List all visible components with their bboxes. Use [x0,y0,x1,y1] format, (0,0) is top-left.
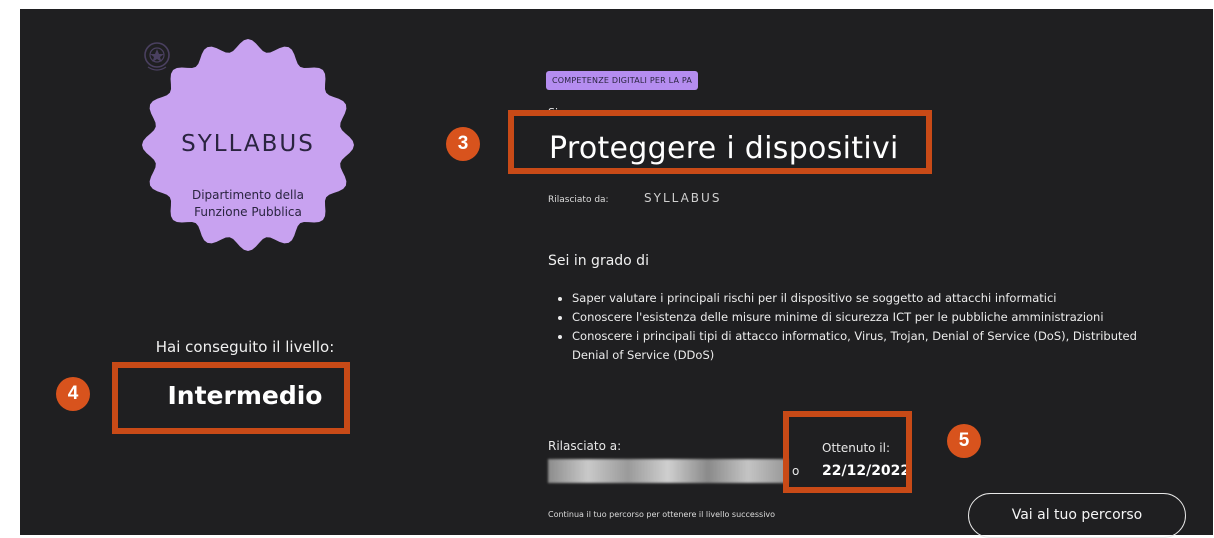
level-label: Hai conseguito il livello: [155,338,335,356]
level-highlight-box [112,362,350,434]
category-tag: COMPETENZE DIGITALI PER LA PA [546,71,699,90]
issuer-logo: SYLLABUS [644,191,722,205]
list-item: Conoscere i principali tipi di attacco i… [572,327,1172,365]
annotation-marker-4: 4 [56,377,90,411]
abilities-list: Saper valutare i principali rischi per i… [548,289,1172,365]
date-highlight-box [783,411,912,493]
syllabus-badge: SYLLABUS Dipartimento della Funzione Pub… [142,39,354,251]
badge-brand-logo: SYLLABUS [181,131,315,157]
department-line-1: Dipartimento della [191,188,305,202]
recipient-label: Rilasciato a: [548,439,622,453]
list-item: Conoscere l'esistenza delle misure minim… [572,308,1172,327]
recipient-name-redacted [548,459,788,483]
italian-republic-emblem-icon [144,42,170,71]
annotation-marker-5: 5 [947,424,981,458]
department-line-2: Funzione Pubblica [194,205,302,219]
go-to-path-button[interactable]: Vai al tuo percorso [968,493,1186,538]
title-highlight-box [508,110,932,174]
abilities-heading: Sei in grado di [548,253,649,269]
annotation-marker-3: 3 [446,127,480,161]
badge-department-text: Dipartimento della Funzione Pubblica [142,187,354,221]
continue-path-text: Continua il tuo percorso per ottenere il… [548,510,776,519]
issued-by-label: Rilasciato da: [548,195,609,205]
certificate-card: SYLLABUS Dipartimento della Funzione Pub… [20,9,1213,538]
list-item: Saper valutare i principali rischi per i… [572,289,1172,308]
